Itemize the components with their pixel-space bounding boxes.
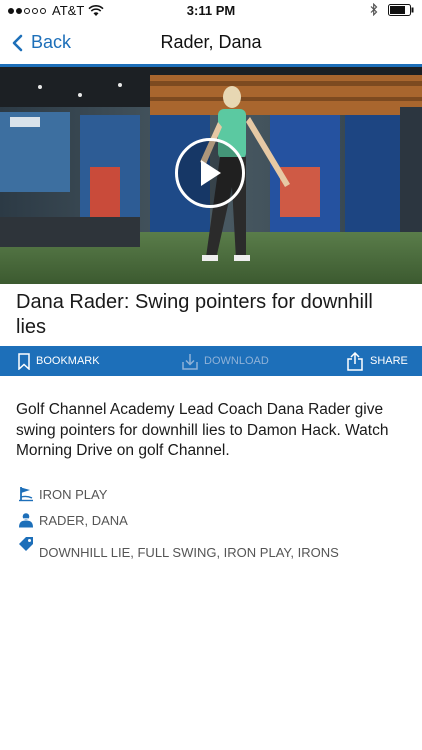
download-button[interactable]: DOWNLOAD <box>182 346 269 376</box>
share-label: SHARE <box>370 355 408 367</box>
tags-label[interactable]: DOWNHILL LIE, FULL SWING, IRON PLAY, IRO… <box>39 545 339 560</box>
battery-icon <box>388 3 414 16</box>
share-button[interactable]: SHARE <box>346 346 408 376</box>
status-right <box>370 3 414 16</box>
golf-flag-icon <box>16 485 36 503</box>
nav-bar: Back Rader, Dana <box>0 22 422 67</box>
action-bar: BOOKMARK DOWNLOAD SHARE <box>0 346 422 376</box>
tag-icon <box>16 535 36 553</box>
bookmark-label: BOOKMARK <box>36 355 100 367</box>
download-label: DOWNLOAD <box>204 355 269 367</box>
bookmark-icon <box>18 352 30 370</box>
video-description: Golf Channel Academy Lead Coach Dana Rad… <box>16 401 389 459</box>
bluetooth-icon <box>370 3 378 16</box>
status-time: 3:11 PM <box>186 3 236 18</box>
page-title: Rader, Dana <box>160 32 262 52</box>
tags-row: DOWNHILL LIE, FULL SWING, IRON PLAY, IRO… <box>16 536 339 560</box>
play-button[interactable] <box>175 138 245 208</box>
category-label[interactable]: IRON PLAY <box>39 487 107 502</box>
instructor-label[interactable]: RADER, DANA <box>39 513 128 528</box>
video-title: Dana Rader: Swing pointers for downhill … <box>16 291 373 338</box>
category-row: IRON PLAY <box>16 485 107 503</box>
instructor-icon <box>16 511 36 529</box>
status-bar: AT&T 3:11 PM <box>0 0 422 22</box>
instructor-row: RADER, DANA <box>16 511 128 529</box>
download-icon <box>182 353 198 370</box>
play-icon <box>201 160 221 186</box>
bookmark-button[interactable]: BOOKMARK <box>18 346 100 376</box>
share-icon <box>347 351 363 371</box>
